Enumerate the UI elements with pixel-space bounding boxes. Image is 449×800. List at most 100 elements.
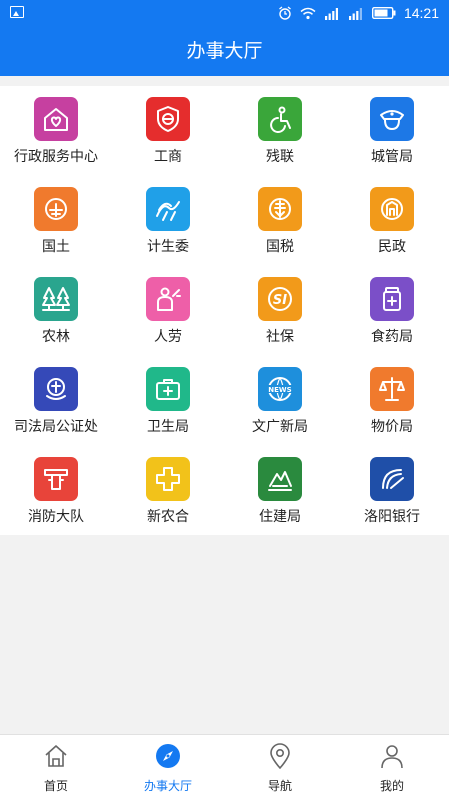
tile-bg bbox=[258, 187, 302, 231]
grid-item-national-tax[interactable]: 国税 bbox=[224, 176, 336, 266]
first-aid-kit-icon bbox=[153, 374, 183, 404]
family-planning-icon bbox=[153, 194, 183, 224]
scales-icon bbox=[377, 374, 407, 404]
wifi-icon bbox=[300, 7, 316, 20]
grid-item-label: 农林 bbox=[42, 329, 70, 345]
disability-icon bbox=[265, 104, 295, 134]
grid-item-label: 工商 bbox=[154, 149, 182, 165]
alarm-icon bbox=[278, 6, 292, 20]
grid-item-label: 新农合 bbox=[147, 509, 189, 525]
grid-item-label: 社保 bbox=[266, 329, 294, 345]
grid-item-label: 文广新局 bbox=[252, 419, 308, 435]
grid-item-label: 民政 bbox=[378, 239, 406, 255]
grid-item-label: 人劳 bbox=[154, 329, 182, 345]
civil-affairs-icon bbox=[377, 194, 407, 224]
emblem-shield-icon bbox=[153, 104, 183, 134]
grid-item-city-management[interactable]: 城管局 bbox=[336, 86, 448, 176]
grid-item-label: 行政服务中心 bbox=[14, 149, 98, 165]
grid-item-label: 国土 bbox=[42, 239, 70, 255]
grid-item-rural-cooperative-medical[interactable]: 新农合 bbox=[112, 446, 224, 536]
grid-item-land[interactable]: 国土 bbox=[0, 176, 112, 266]
grid-item-admin-service-center[interactable]: 行政服务中心 bbox=[0, 86, 112, 176]
page-title: 办事大厅 bbox=[0, 26, 449, 76]
status-time: 14:21 bbox=[403, 5, 439, 21]
nav-item-profile[interactable]: 我的 bbox=[336, 735, 448, 800]
worker-icon bbox=[153, 284, 183, 314]
grid-item-label: 计生委 bbox=[147, 239, 189, 255]
tile-bg bbox=[146, 187, 190, 231]
signal-icon-2 bbox=[348, 7, 364, 20]
grid-item-health[interactable]: 卫生局 bbox=[112, 356, 224, 446]
battery-icon bbox=[371, 7, 396, 19]
signal-icon-1 bbox=[324, 7, 340, 20]
national-tax-icon bbox=[265, 194, 295, 224]
tile-bg bbox=[258, 97, 302, 141]
tile-bg bbox=[34, 97, 78, 141]
bottom-nav: 首页 办事大厅 导航 我的 bbox=[0, 734, 449, 800]
nav-item-hall[interactable]: 办事大厅 bbox=[112, 735, 224, 800]
status-indicators: 14:21 bbox=[278, 4, 439, 22]
image-notification-icon bbox=[10, 6, 24, 18]
news-globe-icon: NEWS bbox=[265, 374, 295, 404]
grid-item-housing-construction[interactable]: 住建局 bbox=[224, 446, 336, 536]
heart-house-icon bbox=[41, 104, 71, 134]
bank-logo-icon bbox=[377, 464, 407, 494]
tile-bg bbox=[370, 457, 414, 501]
grid-item-label: 司法局公证处 bbox=[14, 419, 98, 435]
tile-bg bbox=[146, 277, 190, 321]
grid-item-civil-affairs[interactable]: 民政 bbox=[336, 176, 448, 266]
grid-item-family-planning[interactable]: 计生委 bbox=[112, 176, 224, 266]
tile-bg bbox=[34, 277, 78, 321]
grid-item-agri-forestry[interactable]: 农林 bbox=[0, 266, 112, 356]
officer-cap-icon bbox=[377, 104, 407, 134]
grid-item-label: 城管局 bbox=[371, 149, 413, 165]
tile-bg bbox=[258, 457, 302, 501]
tile-bg bbox=[34, 457, 78, 501]
nav-label: 我的 bbox=[379, 779, 404, 793]
nav-item-home[interactable]: 首页 bbox=[0, 735, 112, 800]
svg-text:SI: SI bbox=[273, 293, 287, 308]
grid-item-justice-notary[interactable]: 司法局公证处 bbox=[0, 356, 112, 446]
nav-item-navigation[interactable]: 导航 bbox=[224, 735, 336, 800]
tile-bg bbox=[146, 457, 190, 501]
medicine-bottle-icon bbox=[377, 284, 407, 314]
nav-label: 首页 bbox=[43, 779, 68, 793]
building-landscape-icon bbox=[265, 464, 295, 494]
grid-item-disabled-federation[interactable]: 残联 bbox=[224, 86, 336, 176]
tile-bg bbox=[370, 97, 414, 141]
fire-hydrant-icon bbox=[41, 464, 71, 494]
location-pin-icon bbox=[267, 743, 293, 769]
grid-item-social-security[interactable]: SI 社保 bbox=[224, 266, 336, 356]
social-security-icon: SI bbox=[265, 284, 295, 314]
service-grid: 行政服务中心 工商 残联 城管局 国土 计生委 国税 民政 农林 人劳 SI 社保… bbox=[0, 86, 449, 535]
home-icon bbox=[43, 743, 69, 769]
grid-item-label: 物价局 bbox=[371, 419, 413, 435]
grid-item-label: 残联 bbox=[266, 149, 294, 165]
svg-text:NEWS: NEWS bbox=[268, 386, 291, 394]
grid-item-label: 食药局 bbox=[371, 329, 413, 345]
tile-bg: SI bbox=[258, 277, 302, 321]
grid-item-price-bureau[interactable]: 物价局 bbox=[336, 356, 448, 446]
grid-item-food-drug[interactable]: 食药局 bbox=[336, 266, 448, 356]
grid-item-labor[interactable]: 人劳 bbox=[112, 266, 224, 356]
grid-item-label: 国税 bbox=[266, 239, 294, 255]
grid-item-fire-brigade[interactable]: 消防大队 bbox=[0, 446, 112, 536]
tile-bg bbox=[34, 187, 78, 231]
tile-bg bbox=[370, 277, 414, 321]
grid-item-business[interactable]: 工商 bbox=[112, 86, 224, 176]
grid-item-label: 洛阳银行 bbox=[364, 509, 420, 525]
tile-bg bbox=[34, 367, 78, 411]
tile-bg bbox=[370, 187, 414, 231]
grid-item-label: 消防大队 bbox=[28, 509, 84, 525]
grid-item-label: 住建局 bbox=[259, 509, 301, 525]
grid-item-luoyang-bank[interactable]: 洛阳银行 bbox=[336, 446, 448, 536]
nav-label: 办事大厅 bbox=[143, 779, 192, 793]
tile-bg: NEWS bbox=[258, 367, 302, 411]
grid-item-culture-media[interactable]: NEWS 文广新局 bbox=[224, 356, 336, 446]
compass-icon bbox=[155, 743, 181, 769]
status-bar: 14:21 bbox=[0, 0, 449, 26]
nav-label: 导航 bbox=[267, 779, 292, 793]
tile-bg bbox=[370, 367, 414, 411]
tile-bg bbox=[146, 367, 190, 411]
land-seal-icon bbox=[41, 194, 71, 224]
